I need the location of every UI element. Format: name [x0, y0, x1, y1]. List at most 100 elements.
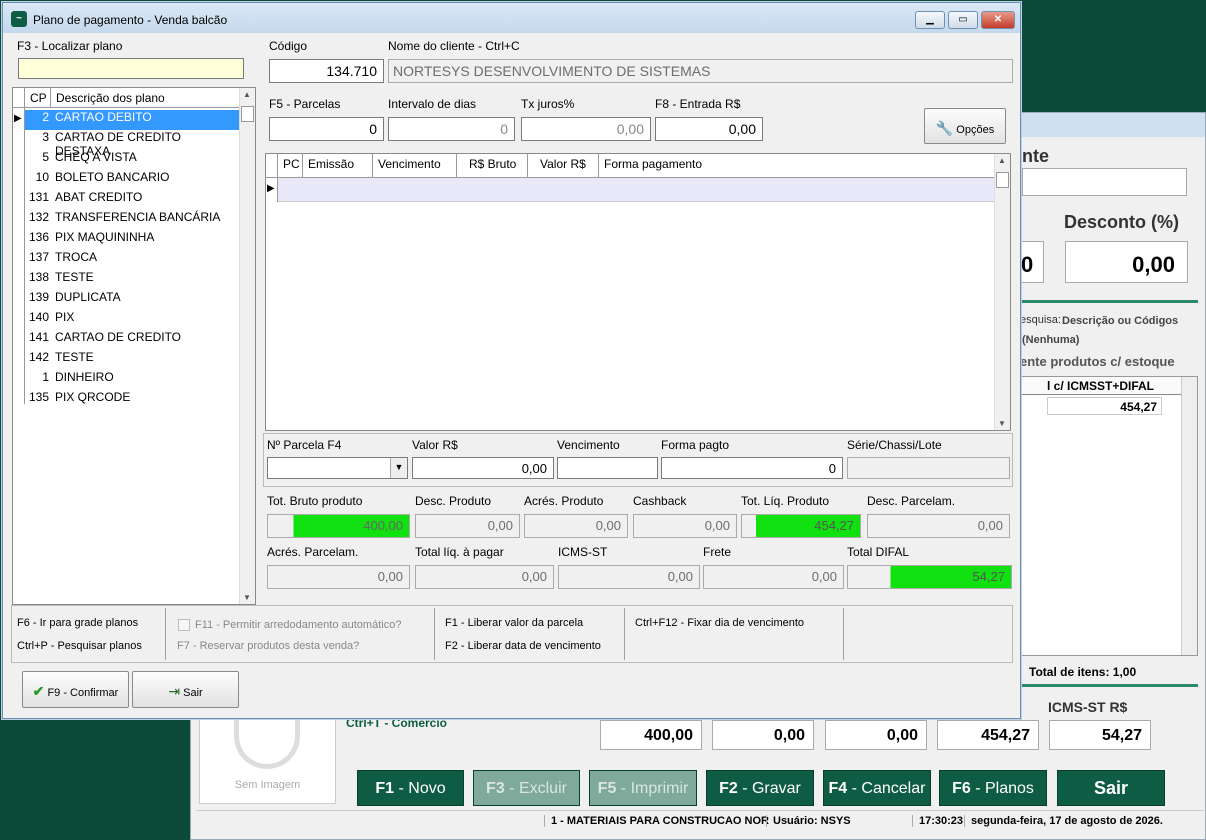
bg-grid-header: l c/ ICMSST+DIFAL [1017, 377, 1182, 395]
scroll-down-icon[interactable]: ▼ [243, 593, 251, 602]
cliente-field[interactable]: NORTESYS DESENVOLVIMENTO DE SISTEMAS [388, 59, 1013, 83]
plans-scroll-thumb[interactable] [241, 106, 254, 122]
total-liq-pagar-field: 0,00 [415, 565, 554, 589]
plan-row[interactable]: 1 DINHEIRO [25, 370, 239, 390]
sair-main-button[interactable]: Sair [1057, 770, 1165, 806]
plan-row[interactable]: 142 TESTE [25, 350, 239, 370]
bg-nenhuma: (Nenhuma) [1022, 334, 1080, 346]
arredondamento-checkbox[interactable] [178, 619, 190, 631]
plan-row[interactable]: 10 BOLETO BANCARIO [25, 170, 239, 190]
tot-liq-label: Tot. Líq. Produto [741, 494, 830, 508]
sair-button[interactable]: ⇥ Sair [132, 671, 239, 708]
parcelas-label: F5 - Parcelas [269, 97, 341, 111]
icms-st-field: 0,00 [558, 565, 700, 589]
bg-top-field[interactable] [1022, 168, 1187, 196]
acres-parcelam-label: Acrés. Parcelam. [267, 545, 359, 559]
total-difal-label: Total DIFAL [847, 545, 910, 559]
total-liq-pagar-label: Total líq. à pagar [415, 545, 504, 559]
desc-produto-label: Desc. Produto [415, 494, 492, 508]
no-image-icon [234, 717, 300, 769]
hint-f2: F2 - Liberar data de vencimento [445, 640, 601, 652]
bg-icms-label: ICMS-ST R$ [1048, 699, 1128, 715]
plans-scrollbar[interactable]: ▲ ▼ [239, 88, 255, 604]
plan-row[interactable]: 135 PIX QRCODE [25, 390, 239, 410]
grid-scroll-up-icon[interactable]: ▲ [998, 156, 1006, 165]
minimize-icon: ▁ [926, 14, 934, 25]
app-logo-icon: ~ [11, 11, 27, 27]
juros-field[interactable]: 0,00 [521, 117, 651, 141]
opcoes-button[interactable]: 🔧 Opções [924, 108, 1006, 144]
plan-row[interactable]: 3 CARTAO DE CREDITO DESTAXA [25, 130, 239, 158]
parcela-dropdown[interactable]: ▼ [267, 457, 408, 479]
chevron-down-icon[interactable]: ▼ [390, 458, 407, 478]
vencimento-field[interactable] [557, 457, 658, 479]
cashback-field: 0,00 [633, 514, 737, 538]
plan-cp: 138 [28, 270, 49, 284]
juros-label: Tx juros% [521, 97, 575, 111]
codigo-field[interactable]: 134.710 [269, 59, 384, 83]
maximize-button[interactable]: ▭ [948, 11, 978, 29]
entrada-field[interactable]: 0,00 [655, 117, 763, 141]
dialog-title: Plano de pagamento - Venda balcão [33, 13, 228, 27]
bg-desconto-field[interactable]: 0,00 [1065, 241, 1188, 283]
col-emissao: Emissão [303, 154, 373, 178]
plan-row[interactable]: 139 DUPLICATA [25, 290, 239, 310]
plans-header-desc: Descrição dos plano [56, 91, 165, 105]
desc-produto-field: 0,00 [415, 514, 520, 538]
plan-cp: 135 [28, 390, 49, 404]
installments-scrollbar[interactable]: ▲ ▼ [994, 154, 1010, 430]
bg-pesquisa-value[interactable]: Descrição ou Códigos [1062, 315, 1178, 327]
planos-button[interactable]: F6 - Planos [939, 770, 1047, 806]
plan-cp: 139 [28, 290, 49, 304]
bg-grid-scrollbar[interactable] [1181, 377, 1197, 655]
novo-button[interactable]: F1 - Novo [357, 770, 464, 806]
forma-field[interactable]: 0 [661, 457, 843, 479]
localizar-input[interactable] [18, 58, 244, 79]
parcelas-field[interactable]: 0 [269, 117, 384, 141]
plan-desc: TESTE [55, 350, 94, 364]
desc-parcelam-field: 0,00 [867, 514, 1010, 538]
intervalo-field[interactable]: 0 [388, 117, 515, 141]
plan-desc: ABAT CREDITO [55, 190, 143, 204]
icms-st-label: ICMS-ST [558, 545, 608, 559]
valor-field[interactable]: 0,00 [412, 457, 554, 479]
bg-pesquisa-label: esquisa: [1020, 314, 1061, 326]
serie-field[interactable] [847, 457, 1010, 479]
maximize-icon: ▭ [958, 14, 968, 25]
tot-bruto-label: Tot. Bruto produto [267, 494, 363, 508]
plan-desc: TRANSFERENCIA BANCÁRIA [55, 210, 221, 224]
scroll-up-icon[interactable]: ▲ [243, 90, 251, 99]
bg-total-1: 400,00 [600, 720, 702, 750]
plan-row[interactable]: 136 PIX MAQUININHA [25, 230, 239, 250]
plan-row[interactable]: 131 ABAT CREDITO [25, 190, 239, 210]
plan-row[interactable]: 140 PIX [25, 310, 239, 330]
plan-row[interactable]: 138 TESTE [25, 270, 239, 290]
bg-left-box[interactable]: 0 [1020, 241, 1044, 283]
installment-row[interactable] [278, 178, 994, 202]
minimize-button[interactable]: ▁ [915, 11, 945, 29]
plans-grid[interactable]: CP Descrição dos plano ▶ ▲ ▼ 2 CARTAO DEB… [12, 87, 256, 605]
plan-row[interactable]: 137 TROCA [25, 250, 239, 270]
cancelar-button[interactable]: F4 - Cancelar [823, 770, 931, 806]
plan-desc: CHEQ A VISTA [55, 150, 137, 164]
plan-row[interactable]: 141 CARTAO DE CREDITO [25, 330, 239, 350]
bg-product-grid[interactable]: l c/ ICMSST+DIFAL 454,27 [1016, 376, 1198, 656]
vencimento-label: Vencimento [557, 438, 620, 452]
gravar-button[interactable]: F2 - Gravar [706, 770, 814, 806]
confirmar-button[interactable]: ✔ F9 - Confirmar [22, 671, 129, 708]
plan-row[interactable]: 5 CHEQ A VISTA [25, 150, 239, 170]
plan-cp: 3 [42, 130, 49, 144]
installments-grid[interactable]: PC Emissão Vencimento R$ Bruto Valor R$ … [265, 153, 1011, 431]
codigo-label: Código [269, 39, 308, 53]
imprimir-button[interactable]: F5 - Imprimir [589, 770, 697, 806]
plan-desc: BOLETO BANCARIO [55, 170, 170, 184]
grid-scroll-thumb[interactable] [996, 172, 1009, 188]
close-button[interactable]: ✕ [981, 11, 1015, 29]
plan-row[interactable]: 132 TRANSFERENCIA BANCÁRIA [25, 210, 239, 230]
cliente-label: Nome do cliente - Ctrl+C [388, 39, 520, 53]
plan-row[interactable]: 2 CARTAO DEBITO [25, 110, 239, 130]
excluir-button[interactable]: F3 - Excluir [473, 770, 580, 806]
dialog-title-bar[interactable]: ~ Plano de pagamento - Venda balcão ▁ ▭ … [3, 3, 1020, 33]
grid-scroll-down-icon[interactable]: ▼ [998, 419, 1006, 428]
hint-f7: F7 - Reservar produtos desta venda? [177, 640, 360, 652]
